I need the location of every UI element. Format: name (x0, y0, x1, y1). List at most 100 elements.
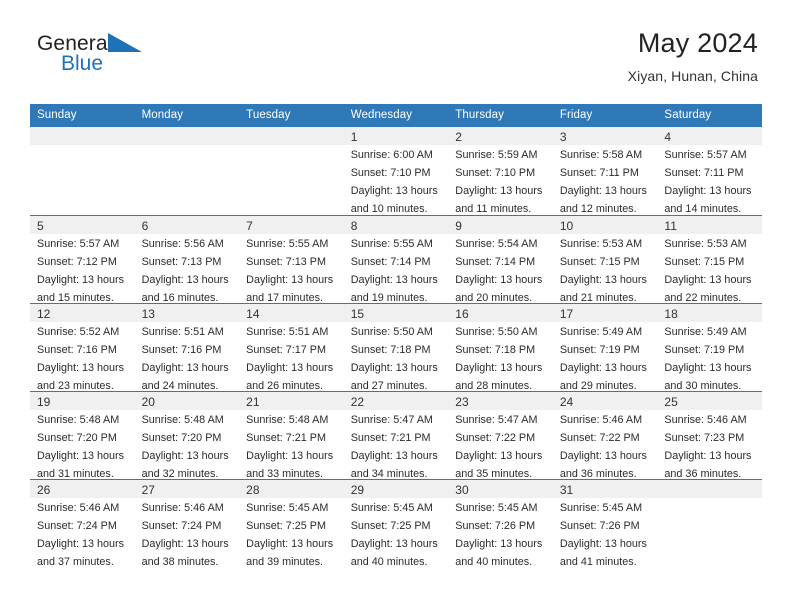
day-number: 3 (552, 127, 658, 145)
day-cell[interactable]: 26 Sunrise: 5:46 AM Sunset: 7:24 PM Dayli… (30, 480, 135, 567)
week-row: 19 Sunrise: 5:48 AM Sunset: 7:20 PM Dayli… (30, 391, 762, 479)
day-number (30, 127, 135, 145)
day-details: Sunrise: 5:53 AM Sunset: 7:15 PM Dayligh… (559, 238, 647, 303)
day-number: 21 (239, 392, 344, 410)
triangle-logo-icon (108, 33, 142, 52)
brand-name-blue: Blue (61, 52, 104, 75)
day-cell[interactable]: 5 Sunrise: 5:57 AM Sunset: 7:12 PM Daylig… (30, 216, 135, 303)
day-cell[interactable]: 4 Sunrise: 5:57 AM Sunset: 7:11 PM Daylig… (657, 127, 762, 215)
day-cell[interactable]: 20 Sunrise: 5:48 AM Sunset: 7:20 PM Dayli… (134, 392, 240, 479)
day-cell[interactable]: 14 Sunrise: 5:51 AM Sunset: 7:17 PM Dayli… (239, 304, 344, 391)
day-number: 20 (134, 392, 240, 410)
weekday-saturday: Saturday (664, 109, 712, 121)
day-number: 15 (343, 304, 449, 322)
day-number: 1 (343, 127, 449, 145)
day-number: 10 (552, 216, 658, 234)
day-cell[interactable]: 29 Sunrise: 5:45 AM Sunset: 7:25 PM Dayli… (343, 480, 449, 567)
day-details: Sunrise: 5:47 AM Sunset: 7:21 PM Dayligh… (350, 414, 438, 479)
day-details: Sunrise: 5:49 AM Sunset: 7:19 PM Dayligh… (559, 326, 647, 391)
day-number: 25 (657, 392, 762, 410)
page-header: General Blue May 2024 Xiyan, Hunan, Chin… (0, 26, 792, 100)
day-number: 9 (448, 216, 553, 234)
title-block: May 2024 Xiyan, Hunan, China (628, 26, 758, 86)
day-number: 30 (448, 480, 553, 498)
day-number: 4 (657, 127, 762, 145)
day-cell[interactable]: 12 Sunrise: 5:52 AM Sunset: 7:16 PM Dayli… (30, 304, 135, 391)
day-cell[interactable] (657, 480, 762, 567)
week-row: 26 Sunrise: 5:46 AM Sunset: 7:24 PM Dayli… (30, 479, 762, 567)
day-cell[interactable]: 31 Sunrise: 5:45 AM Sunset: 7:26 PM Dayli… (552, 480, 658, 567)
day-details: Sunrise: 5:45 AM Sunset: 7:26 PM Dayligh… (455, 502, 543, 567)
day-details: Sunrise: 5:51 AM Sunset: 7:17 PM Dayligh… (246, 326, 334, 391)
page-subtitle: Xiyan, Hunan, China (627, 68, 758, 84)
day-cell[interactable]: 25 Sunrise: 5:46 AM Sunset: 7:23 PM Dayli… (657, 392, 762, 479)
day-cell[interactable]: 24 Sunrise: 5:46 AM Sunset: 7:22 PM Dayli… (552, 392, 658, 479)
day-details: Sunrise: 5:48 AM Sunset: 7:21 PM Dayligh… (246, 414, 334, 479)
day-details: Sunrise: 5:56 AM Sunset: 7:13 PM Dayligh… (141, 238, 229, 303)
day-details: Sunrise: 5:59 AM Sunset: 7:10 PM Dayligh… (455, 149, 543, 215)
day-number: 7 (239, 216, 344, 234)
day-cell[interactable]: 8 Sunrise: 5:55 AM Sunset: 7:14 PM Daylig… (343, 216, 449, 303)
day-number (239, 127, 344, 145)
day-cell[interactable] (239, 127, 344, 215)
day-cell[interactable]: 11 Sunrise: 5:53 AM Sunset: 7:15 PM Dayli… (657, 216, 762, 303)
page-title: May 2024 (637, 28, 758, 58)
day-number: 18 (657, 304, 762, 322)
day-details: Sunrise: 5:46 AM Sunset: 7:22 PM Dayligh… (559, 414, 647, 479)
day-cell[interactable]: 2 Sunrise: 5:59 AM Sunset: 7:10 PM Daylig… (448, 127, 553, 215)
brand-logo[interactable]: General Blue (34, 26, 194, 86)
day-number: 31 (552, 480, 658, 498)
day-number: 2 (448, 127, 553, 145)
day-number (134, 127, 240, 145)
day-number: 12 (30, 304, 135, 322)
weekday-header-row: Sunday Monday Tuesday Wednesday Thursday… (30, 104, 762, 127)
day-cell[interactable]: 30 Sunrise: 5:45 AM Sunset: 7:26 PM Dayli… (448, 480, 553, 567)
day-number: 5 (30, 216, 135, 234)
day-cell[interactable]: 17 Sunrise: 5:49 AM Sunset: 7:19 PM Dayli… (552, 304, 658, 391)
day-number (657, 480, 762, 498)
day-details: Sunrise: 5:45 AM Sunset: 7:26 PM Dayligh… (559, 502, 647, 567)
day-number: 23 (448, 392, 553, 410)
day-number: 11 (657, 216, 762, 234)
day-details: Sunrise: 5:47 AM Sunset: 7:22 PM Dayligh… (455, 414, 543, 479)
week-row: 5 Sunrise: 5:57 AM Sunset: 7:12 PM Daylig… (30, 215, 762, 303)
day-cell[interactable]: 9 Sunrise: 5:54 AM Sunset: 7:14 PM Daylig… (448, 216, 553, 303)
day-cell[interactable]: 13 Sunrise: 5:51 AM Sunset: 7:16 PM Dayli… (134, 304, 240, 391)
day-cell[interactable]: 27 Sunrise: 5:46 AM Sunset: 7:24 PM Dayli… (134, 480, 240, 567)
day-number: 13 (134, 304, 240, 322)
day-details: Sunrise: 5:48 AM Sunset: 7:20 PM Dayligh… (141, 414, 229, 479)
weekday-monday: Monday (141, 109, 184, 121)
day-cell[interactable]: 1 Sunrise: 6:00 AM Sunset: 7:10 PM Daylig… (343, 127, 449, 215)
day-cell[interactable]: 28 Sunrise: 5:45 AM Sunset: 7:25 PM Dayli… (239, 480, 344, 567)
day-cell[interactable] (30, 127, 135, 215)
day-number: 19 (30, 392, 135, 410)
day-details: Sunrise: 5:57 AM Sunset: 7:12 PM Dayligh… (37, 238, 125, 303)
weekday-wednesday: Wednesday (350, 109, 413, 121)
day-cell[interactable]: 6 Sunrise: 5:56 AM Sunset: 7:13 PM Daylig… (134, 216, 240, 303)
day-details: Sunrise: 5:46 AM Sunset: 7:23 PM Dayligh… (664, 414, 752, 479)
day-number: 6 (134, 216, 240, 234)
day-cell[interactable]: 23 Sunrise: 5:47 AM Sunset: 7:22 PM Dayli… (448, 392, 553, 479)
day-number: 24 (552, 392, 658, 410)
weekday-sunday: Sunday (37, 109, 77, 121)
day-cell[interactable]: 21 Sunrise: 5:48 AM Sunset: 7:21 PM Dayli… (239, 392, 344, 479)
day-cell[interactable]: 7 Sunrise: 5:55 AM Sunset: 7:13 PM Daylig… (239, 216, 344, 303)
day-cell[interactable]: 15 Sunrise: 5:50 AM Sunset: 7:18 PM Dayli… (343, 304, 449, 391)
day-details: Sunrise: 5:45 AM Sunset: 7:25 PM Dayligh… (350, 502, 438, 567)
day-number: 17 (552, 304, 658, 322)
day-cell[interactable]: 19 Sunrise: 5:48 AM Sunset: 7:20 PM Dayli… (30, 392, 135, 479)
day-cell[interactable]: 22 Sunrise: 5:47 AM Sunset: 7:21 PM Dayli… (343, 392, 449, 479)
day-details: Sunrise: 5:49 AM Sunset: 7:19 PM Dayligh… (664, 326, 752, 391)
day-cell[interactable]: 18 Sunrise: 5:49 AM Sunset: 7:19 PM Dayli… (657, 304, 762, 391)
day-number: 8 (343, 216, 449, 234)
day-details: Sunrise: 5:52 AM Sunset: 7:16 PM Dayligh… (37, 326, 125, 391)
day-cell[interactable]: 3 Sunrise: 5:58 AM Sunset: 7:11 PM Daylig… (552, 127, 658, 215)
day-number: 29 (343, 480, 449, 498)
day-details: Sunrise: 5:55 AM Sunset: 7:13 PM Dayligh… (246, 238, 334, 303)
day-cell[interactable] (134, 127, 240, 215)
day-cell[interactable]: 16 Sunrise: 5:50 AM Sunset: 7:18 PM Dayli… (448, 304, 553, 391)
day-details: Sunrise: 5:50 AM Sunset: 7:18 PM Dayligh… (455, 326, 543, 391)
day-cell[interactable]: 10 Sunrise: 5:53 AM Sunset: 7:15 PM Dayli… (552, 216, 658, 303)
calendar-grid: Sunday Monday Tuesday Wednesday Thursday… (30, 104, 762, 567)
day-number: 16 (448, 304, 553, 322)
